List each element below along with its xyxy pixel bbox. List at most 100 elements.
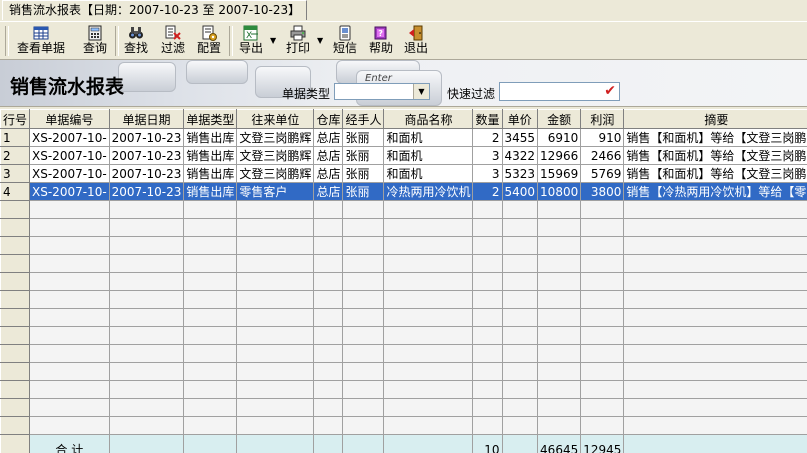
empty-cell[interactable] xyxy=(472,218,503,237)
header-row-number[interactable]: 行号 xyxy=(0,109,31,129)
summary-cell[interactable]: 销售【和面机】等给【文登三岗鹏 xyxy=(623,146,807,165)
empty-row[interactable] xyxy=(0,308,807,327)
empty-cell[interactable] xyxy=(342,236,385,255)
empty-cell[interactable] xyxy=(236,380,315,399)
empty-cell[interactable] xyxy=(183,272,238,291)
empty-cell[interactable] xyxy=(108,308,185,327)
empty-cell[interactable] xyxy=(342,380,385,399)
warehouse-cell[interactable]: 总店 xyxy=(313,182,344,201)
empty-cell[interactable] xyxy=(108,200,185,219)
product-cell[interactable]: 冷热两用冷饮机 xyxy=(383,182,474,201)
empty-cell[interactable] xyxy=(580,398,625,417)
empty-cell[interactable] xyxy=(108,416,185,435)
empty-cell[interactable] xyxy=(313,416,344,435)
doc-type-cell[interactable]: 销售出库 xyxy=(183,146,238,165)
help-button[interactable]: ? 帮助 xyxy=(366,24,396,58)
amount-cell[interactable]: 15969 xyxy=(537,164,582,183)
empty-cell[interactable] xyxy=(342,218,385,237)
query-button[interactable]: 查询 xyxy=(80,24,110,58)
empty-cell[interactable] xyxy=(383,380,474,399)
empty-cell[interactable] xyxy=(0,290,31,309)
config-button[interactable]: 配置 xyxy=(194,24,224,58)
empty-cell[interactable] xyxy=(472,200,503,219)
empty-cell[interactable] xyxy=(313,308,344,327)
product-cell[interactable]: 和面机 xyxy=(383,164,474,183)
doc-number-cell[interactable]: XS-2007-10- xyxy=(29,182,110,201)
empty-cell[interactable] xyxy=(623,290,807,309)
empty-cell[interactable] xyxy=(0,416,31,435)
header-doc-date[interactable]: 单据日期 xyxy=(108,109,185,129)
empty-cell[interactable] xyxy=(108,236,185,255)
empty-cell[interactable] xyxy=(342,272,385,291)
empty-cell[interactable] xyxy=(537,416,582,435)
empty-row[interactable] xyxy=(0,290,807,309)
header-partner[interactable]: 往来单位 xyxy=(236,109,315,129)
empty-cell[interactable] xyxy=(342,200,385,219)
warehouse-cell[interactable]: 总店 xyxy=(313,146,344,165)
empty-cell[interactable] xyxy=(183,398,238,417)
empty-cell[interactable] xyxy=(383,200,474,219)
empty-cell[interactable] xyxy=(29,254,110,273)
report-tab[interactable]: 销售流水报表【日期：2007-10-23 至 2007-10-23】 xyxy=(2,0,308,20)
empty-cell[interactable] xyxy=(183,416,238,435)
partner-cell[interactable]: 文登三岗鹏辉 xyxy=(236,128,315,147)
export-button[interactable]: X 导出 xyxy=(236,24,266,58)
print-dropdown-arrow[interactable]: ▼ xyxy=(317,36,323,45)
empty-cell[interactable] xyxy=(501,200,539,219)
empty-cell[interactable] xyxy=(342,254,385,273)
empty-cell[interactable] xyxy=(342,362,385,381)
empty-cell[interactable] xyxy=(108,218,185,237)
summary-cell[interactable]: 销售【和面机】等给【文登三岗鹏 xyxy=(623,164,807,183)
empty-cell[interactable] xyxy=(580,218,625,237)
empty-cell[interactable] xyxy=(537,254,582,273)
table-row[interactable]: 2 XS-2007-10- 2007-10-23 销售出库 文登三岗鹏辉 总店 张丽 和面机 3… xyxy=(0,146,807,165)
empty-cell[interactable] xyxy=(236,416,315,435)
summary-cell[interactable]: 销售【和面机】等给【文登三岗鹏 xyxy=(623,128,807,147)
empty-row[interactable] xyxy=(0,362,807,381)
empty-cell[interactable] xyxy=(580,236,625,255)
quantity-cell[interactable]: 2 xyxy=(472,128,503,147)
row-number-cell[interactable]: 3 xyxy=(0,164,31,183)
empty-cell[interactable] xyxy=(313,380,344,399)
empty-cell[interactable] xyxy=(183,290,238,309)
unit-price-cell[interactable]: 5400 xyxy=(501,182,539,201)
empty-cell[interactable] xyxy=(313,254,344,273)
empty-cell[interactable] xyxy=(501,290,539,309)
unit-price-cell[interactable]: 3455 xyxy=(501,128,539,147)
empty-cell[interactable] xyxy=(0,218,31,237)
empty-cell[interactable] xyxy=(580,326,625,345)
empty-cell[interactable] xyxy=(537,272,582,291)
empty-cell[interactable] xyxy=(313,290,344,309)
empty-cell[interactable] xyxy=(29,398,110,417)
empty-cell[interactable] xyxy=(342,344,385,363)
empty-cell[interactable] xyxy=(623,254,807,273)
table-row[interactable]: 1 XS-2007-10- 2007-10-23 销售出库 文登三岗鹏辉 总店 张丽 和面机 2… xyxy=(0,128,807,147)
header-unit-price[interactable]: 单价 xyxy=(501,109,539,129)
empty-cell[interactable] xyxy=(236,200,315,219)
empty-cell[interactable] xyxy=(623,200,807,219)
empty-cell[interactable] xyxy=(183,380,238,399)
empty-cell[interactable] xyxy=(501,236,539,255)
empty-row[interactable] xyxy=(0,344,807,363)
empty-cell[interactable] xyxy=(623,380,807,399)
empty-cell[interactable] xyxy=(472,326,503,345)
empty-cell[interactable] xyxy=(183,308,238,327)
empty-row[interactable] xyxy=(0,416,807,435)
handler-cell[interactable]: 张丽 xyxy=(342,182,385,201)
doc-number-cell[interactable]: XS-2007-10- xyxy=(29,128,110,147)
empty-cell[interactable] xyxy=(501,362,539,381)
warehouse-cell[interactable]: 总店 xyxy=(313,128,344,147)
unit-price-cell[interactable]: 4322 xyxy=(501,146,539,165)
summary-cell[interactable]: 销售【冷热两用冷饮机】等给【零 xyxy=(623,182,807,201)
empty-cell[interactable] xyxy=(0,326,31,345)
empty-cell[interactable] xyxy=(623,326,807,345)
amount-cell[interactable]: 12966 xyxy=(537,146,582,165)
empty-cell[interactable] xyxy=(236,398,315,417)
print-button[interactable]: 打印 xyxy=(283,24,313,58)
profit-cell[interactable]: 5769 xyxy=(580,164,625,183)
empty-cell[interactable] xyxy=(580,272,625,291)
empty-cell[interactable] xyxy=(537,380,582,399)
doc-type-cell[interactable]: 销售出库 xyxy=(183,128,238,147)
empty-cell[interactable] xyxy=(108,344,185,363)
product-cell[interactable]: 和面机 xyxy=(383,146,474,165)
